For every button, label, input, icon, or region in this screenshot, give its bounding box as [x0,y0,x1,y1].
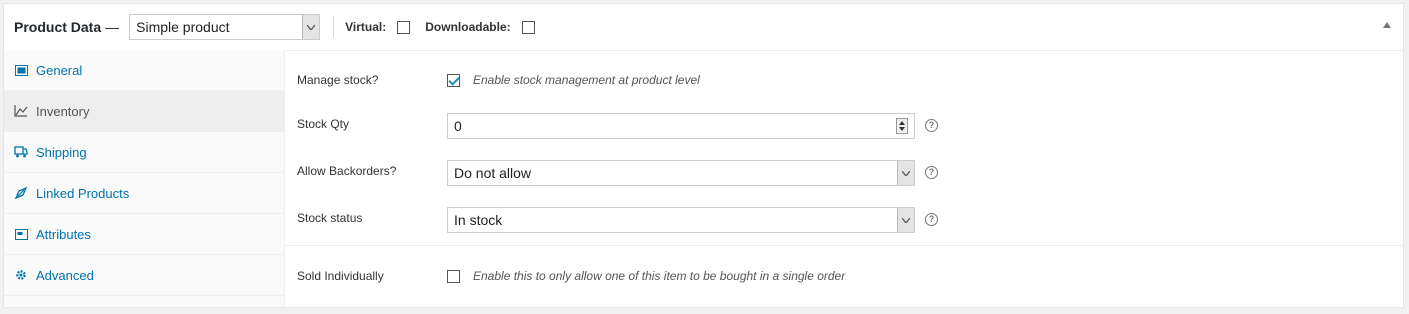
downloadable-checkbox[interactable] [521,20,535,34]
tab-label: Shipping [36,144,87,160]
stock-qty-label: Stock Qty [297,117,350,131]
stock-status-select[interactable]: In stock [447,207,915,233]
tab-inventory[interactable]: Inventory [4,91,284,132]
tab-general[interactable]: General [4,50,284,91]
sold-individually-row: Sold Individually Enable this to only al… [285,267,1403,285]
downloadable-label: Downloadable: [425,20,511,34]
sold-individually-checkbox[interactable] [447,269,460,283]
stock-status-label: Stock status [297,211,363,225]
tab-label: General [36,62,83,78]
manage-stock-description: Enable stock management at product level [473,73,700,87]
stock-status-row: Stock status In stock ? [285,206,1403,234]
tab-linked-products[interactable]: Linked Products [4,173,284,214]
stock-qty-value: 0 [454,118,462,134]
general-icon [14,63,28,77]
help-icon[interactable]: ? [925,166,938,179]
tab-label: Linked Products [36,185,130,201]
stock-status-value: In stock [454,212,503,228]
link-icon [14,186,28,200]
panel-body: General Inventory Shipping Linked Produc… [4,50,1403,307]
manage-stock-field: Enable stock management at product level [447,73,700,87]
stepper-arrows-icon[interactable] [896,118,908,134]
manage-stock-checkbox[interactable] [447,73,460,87]
panel-header: Product Data — Simple product Virtual: D… [4,4,1403,51]
product-type-select[interactable]: Simple product [129,14,321,40]
product-type-value: Simple product [136,19,230,35]
tab-attributes[interactable]: Attributes [4,214,284,255]
backorders-select[interactable]: Do not allow [447,160,915,186]
gear-icon [14,268,28,282]
backorders-value: Do not allow [454,165,532,181]
chevron-down-icon [897,208,914,232]
tab-advanced[interactable]: Advanced [4,255,284,296]
manage-stock-label: Manage stock? [297,73,379,87]
backorders-label: Allow Backorders? [297,164,397,178]
product-data-tabs: General Inventory Shipping Linked Produc… [4,50,285,307]
inventory-panel: Manage stock? Enable stock management at… [285,50,1403,307]
tab-label: Attributes [36,226,91,242]
sold-individually-label: Sold Individually [297,269,384,283]
tab-label: Inventory [36,103,90,119]
chevron-down-icon [897,161,914,185]
header-divider [333,16,335,38]
backorders-row: Allow Backorders? Do not allow ? [285,159,1403,187]
attributes-icon [14,227,28,241]
manage-stock-row: Manage stock? Enable stock management at… [285,71,1403,89]
virtual-label: Virtual: [345,20,387,34]
product-data-panel: Product Data — Simple product Virtual: D… [3,3,1404,308]
chevron-down-icon [302,15,320,39]
inventory-icon [14,104,28,118]
virtual-checkbox[interactable] [397,20,411,34]
stock-qty-input[interactable]: 0 [447,113,915,139]
shipping-icon [14,145,28,159]
tab-shipping[interactable]: Shipping [4,132,284,173]
help-icon[interactable]: ? [925,213,938,226]
sold-individually-description: Enable this to only allow one of this it… [473,269,846,283]
title-dash: — [105,19,120,35]
sold-individually-field: Enable this to only allow one of this it… [447,269,845,283]
collapse-arrow-icon[interactable] [1383,22,1391,28]
stock-qty-row: Stock Qty 0 ? [285,112,1403,140]
tab-label: Advanced [36,267,94,283]
help-icon[interactable]: ? [925,119,938,132]
panel-title: Product Data [14,19,102,35]
section-divider [285,245,1403,246]
